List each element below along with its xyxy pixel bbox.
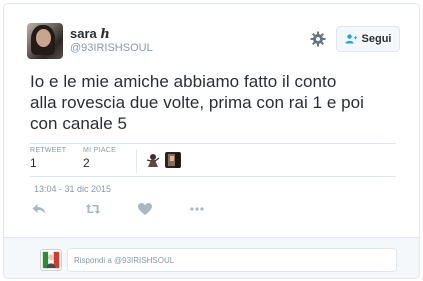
more-icon[interactable] (189, 202, 205, 216)
reply-icon[interactable] (31, 202, 47, 216)
tweet-card: sara h @93IRISHSOUL Segui Io e le mie am… (3, 3, 420, 279)
tweet-text-line: Io e le mie amiche abbiamo fatto il cont… (30, 72, 337, 91)
reply-input[interactable] (67, 248, 397, 272)
divider (30, 143, 396, 144)
gear-icon[interactable] (310, 31, 326, 47)
tweet-timestamp[interactable]: 13:04 - 31 dic 2015 (34, 184, 111, 194)
liker-avatar[interactable] (145, 152, 161, 168)
retweet-count[interactable]: 1 (30, 156, 37, 170)
tweet-text: Io e le mie amiche abbiamo fatto il cont… (30, 71, 410, 134)
user-name-text: sara (70, 26, 97, 41)
user-handle[interactable]: @93IRISHSOUL (70, 42, 153, 54)
retweet-label: RETWEET (30, 147, 67, 154)
liker-avatar[interactable] (165, 152, 181, 168)
likes-label: MI PIACE (83, 147, 117, 154)
likes-count[interactable]: 2 (83, 156, 90, 170)
reply-area (4, 237, 419, 278)
follow-button[interactable]: Segui (336, 26, 400, 52)
tweet-text-line: con canale 5 (30, 114, 128, 133)
stats-separator (136, 149, 137, 173)
user-name-symbol: h (100, 27, 110, 42)
divider (30, 176, 396, 177)
follow-label: Segui (361, 33, 392, 45)
retweet-icon[interactable] (85, 202, 101, 216)
tweet-header: sara h @93IRISHSOUL Segui (4, 4, 419, 64)
add-person-icon (345, 34, 357, 44)
user-avatar[interactable] (27, 23, 63, 59)
tweet-text-line: alla rovescia due volte, prima con rai 1… (30, 93, 364, 112)
user-display-name[interactable]: sara h (70, 26, 110, 42)
reply-user-avatar (40, 249, 62, 271)
heart-icon[interactable] (137, 202, 153, 216)
